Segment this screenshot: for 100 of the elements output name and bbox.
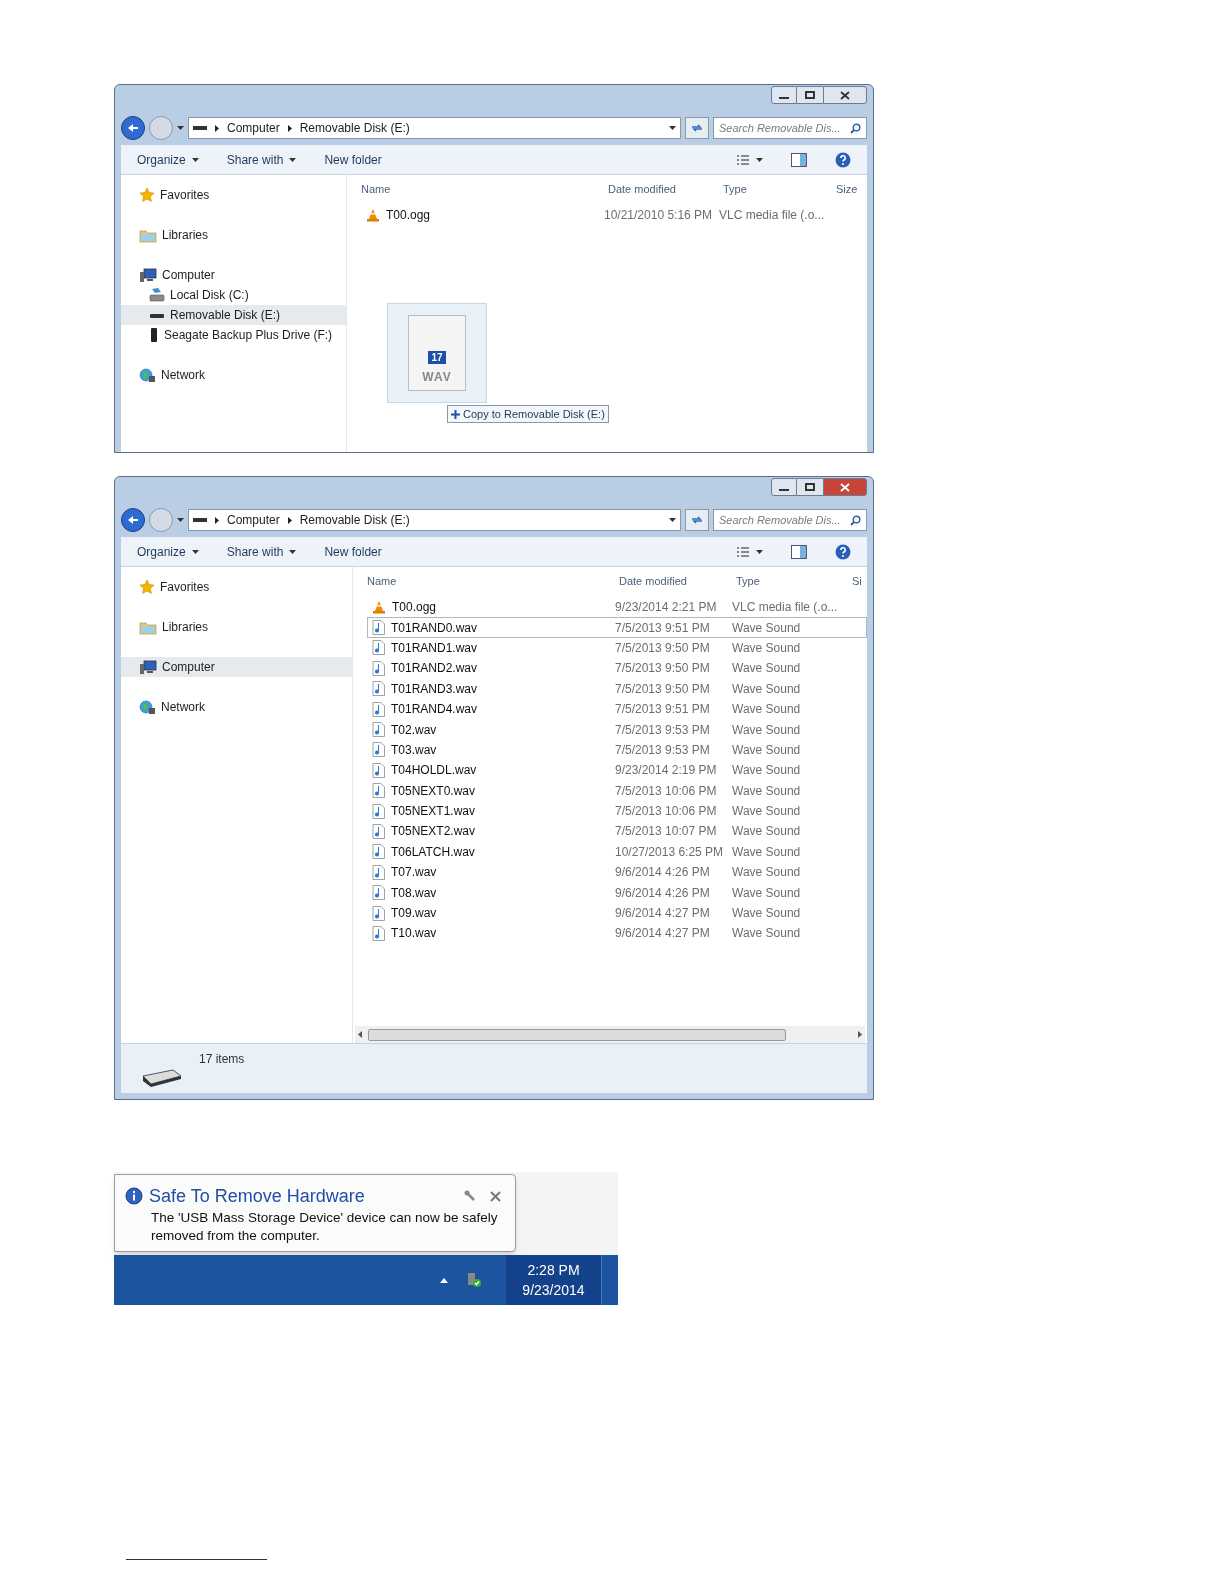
file-row[interactable]: T01RAND1.wav 7/5/2013 9:50 PM Wave Sound [367, 637, 867, 659]
horizontal-scrollbar[interactable] [355, 1026, 865, 1043]
file-row[interactable]: T02.wav 7/5/2013 9:53 PM Wave Sound [367, 719, 867, 740]
column-header[interactable]: Size [836, 180, 858, 198]
address-bar[interactable]: Computer Removable Disk (E:) [188, 117, 681, 139]
breadcrumb-item[interactable]: Computer [227, 511, 280, 529]
file-row[interactable]: T01RAND0.wav 7/5/2013 9:51 PM Wave Sound [367, 617, 867, 638]
toolbar-button[interactable]: New folder [324, 542, 382, 561]
item-count: 17 items [199, 1051, 245, 1068]
search-field[interactable]: Search Removable Dis... [713, 509, 867, 531]
file-row[interactable]: T06LATCH.wav 10/27/2013 6:25 PM Wave Sound [367, 841, 867, 863]
breadcrumb-item[interactable]: Removable Disk (E:) [299, 511, 410, 529]
music-file-icon [372, 885, 385, 901]
scroll-right-icon[interactable] [858, 1031, 862, 1038]
file-row[interactable]: T05NEXT2.wav 7/5/2013 10:07 PM Wave Sound [367, 821, 867, 842]
file-name: T09.wav [391, 905, 437, 923]
file-row[interactable]: T07.wav 9/6/2014 4:26 PM Wave Sound [367, 862, 867, 883]
scrollbar-thumb[interactable] [368, 1028, 786, 1041]
maximize-button[interactable] [797, 86, 823, 104]
nav-item[interactable]: Removable Disk (E:) [121, 305, 346, 325]
refresh-button[interactable] [685, 117, 709, 139]
notification-title: Safe To Remove Hardware [149, 1185, 365, 1207]
nav-item[interactable]: Network [121, 365, 346, 385]
file-row[interactable]: T01RAND4.wav 7/5/2013 9:51 PM Wave Sound [367, 698, 867, 720]
file-row[interactable]: T04HOLDL.wav 9/23/2014 2:19 PM Wave Sound [367, 760, 867, 781]
column-header[interactable]: Type [736, 572, 852, 590]
caret-icon [669, 126, 676, 130]
type-cell-text: Wave Sound [732, 680, 801, 698]
toolbar-button[interactable]: Organize [137, 542, 199, 561]
file-row[interactable]: T03.wav 7/5/2013 9:53 PM Wave Sound [367, 739, 867, 761]
close-button[interactable] [823, 478, 867, 496]
search-field[interactable]: Search Removable Dis... [713, 117, 867, 139]
file-name: T06LATCH.wav [391, 843, 475, 861]
breadcrumb-item[interactable]: Removable Disk (E:) [299, 119, 410, 137]
nav-item[interactable]: Seagate Backup Plus Drive (F:) [121, 325, 346, 345]
column-header[interactable]: Type [723, 180, 836, 198]
drive-icon [149, 311, 165, 319]
file-row[interactable]: T05NEXT1.wav 7/5/2013 10:06 PM Wave Sound [367, 800, 867, 822]
clock-time[interactable]: 2:28 PM [527, 1260, 580, 1280]
back-button[interactable] [121, 508, 145, 532]
close-icon [840, 90, 850, 100]
music-file-icon [372, 701, 385, 717]
column-header[interactable]: Date modified [619, 572, 736, 590]
minimize-button[interactable] [771, 478, 797, 496]
date-cell-text: 9/6/2014 4:26 PM [615, 864, 711, 882]
file-row[interactable]: T00.ogg 10/21/2010 5:16 PM VLC media file (.o... [361, 205, 867, 226]
toolbar-button[interactable]: Organize [137, 150, 199, 169]
type-cell-text: Wave Sound [732, 721, 801, 739]
file-name: T04HOLDL.wav [391, 762, 477, 780]
file-row[interactable]: T01RAND2.wav 7/5/2013 9:50 PM Wave Sound [367, 658, 867, 679]
nav-item[interactable]: Network [121, 697, 352, 717]
close-icon[interactable] [490, 1190, 501, 1202]
clock-date[interactable]: 9/23/2014 [522, 1280, 585, 1300]
back-button[interactable] [121, 116, 145, 140]
file-row[interactable]: T00.ogg 9/23/2014 2:21 PM VLC media file (.o... [367, 597, 867, 618]
date-cell-text: 7/5/2013 9:53 PM [615, 721, 711, 739]
music-file-icon [372, 722, 385, 738]
type-cell-text: Wave Sound [732, 782, 801, 800]
globe-icon [139, 367, 156, 383]
file-row[interactable]: T10.wav 9/6/2014 4:27 PM Wave Sound [367, 923, 867, 944]
breadcrumb-item[interactable]: Computer [227, 119, 280, 137]
toolbar-button[interactable]: Share with [226, 542, 297, 561]
nav-item[interactable]: Favorites [121, 185, 346, 205]
info-icon [125, 1187, 143, 1205]
file-name: T08.wav [391, 884, 437, 902]
close-button[interactable] [823, 86, 867, 104]
file-name: T02.wav [391, 721, 437, 739]
column-header[interactable]: Name [361, 180, 608, 198]
maximize-button[interactable] [797, 478, 823, 496]
column-header[interactable]: Si [852, 572, 862, 590]
toolbar-button[interactable]: New folder [324, 150, 382, 169]
minimize-button[interactable] [771, 86, 797, 104]
file-row[interactable]: T05NEXT0.wav 7/5/2013 10:06 PM Wave Sound [367, 780, 867, 801]
column-header[interactable]: Name [367, 572, 619, 590]
file-row[interactable]: T08.wav 9/6/2014 4:26 PM Wave Sound [367, 882, 867, 903]
address-bar[interactable]: Computer Removable Disk (E:) [188, 509, 681, 531]
refresh-icon [690, 123, 704, 133]
nav-item[interactable]: Computer [121, 265, 346, 285]
file-row[interactable]: T09.wav 9/6/2014 4:27 PM Wave Sound [367, 902, 867, 924]
column-header[interactable]: Date modified [608, 180, 723, 198]
wrench-icon[interactable] [464, 1190, 476, 1202]
file-row[interactable]: T01RAND3.wav 7/5/2013 9:50 PM Wave Sound [367, 678, 867, 699]
nav-item[interactable]: Local Disk (C:) [121, 285, 346, 305]
nav-item[interactable]: Libraries [121, 617, 352, 637]
date-cell-text: 7/5/2013 9:50 PM [615, 639, 711, 657]
music-file-icon [372, 905, 385, 921]
refresh-button[interactable] [685, 509, 709, 531]
folder-icon [139, 227, 157, 243]
drive-icon [149, 327, 159, 343]
search-icon [850, 122, 861, 134]
refresh-icon [690, 515, 704, 525]
scroll-left-icon[interactable] [358, 1031, 362, 1038]
computer-icon [139, 659, 157, 675]
preview-pane-icon [791, 152, 807, 167]
type-cell-text: Wave Sound [732, 741, 801, 759]
nav-item[interactable]: Favorites [121, 577, 352, 597]
nav-item[interactable]: Computer [121, 657, 352, 677]
nav-item[interactable]: Libraries [121, 225, 346, 245]
music-file-icon [372, 824, 385, 839]
toolbar-button[interactable]: Share with [226, 150, 297, 169]
